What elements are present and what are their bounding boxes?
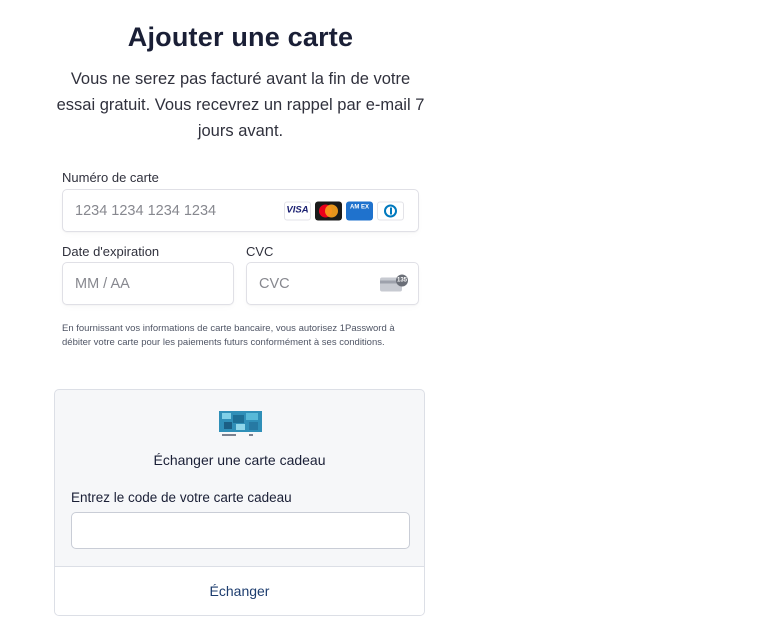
gift-card-title: Échanger une carte cadeau [153, 452, 326, 468]
page-title: Ajouter une carte [127, 22, 354, 52]
card-number-input[interactable]: 1234 1234 1234 1234 VISA AM EX [62, 189, 419, 232]
cvc-label: CVC [246, 244, 274, 259]
expiry-label: Date d'expiration [62, 244, 160, 259]
mastercard-icon [315, 201, 342, 220]
page-subtitle: Vous ne serez pas facturé avant la fin d… [56, 70, 425, 140]
gift-card-code-input[interactable] [71, 512, 410, 549]
visa-icon: VISA [284, 201, 311, 220]
card-brands: VISA AM EX [284, 201, 404, 220]
authorization-notice: En fournissant vos informations de carte… [62, 323, 395, 348]
gift-card-footer: Échanger [55, 566, 424, 615]
diners-club-icon [377, 201, 404, 220]
amex-icon: AM EX [346, 201, 373, 220]
cvc-placeholder: CVC [259, 275, 290, 292]
expiry-placeholder: MM / AA [75, 275, 130, 292]
expiry-input[interactable]: MM / AA [62, 262, 234, 305]
redeem-button[interactable]: Échanger [55, 567, 424, 615]
card-number-placeholder: 1234 1234 1234 1234 [75, 202, 217, 219]
gift-card-panel: Échanger une carte cadeau Entrez le code… [54, 389, 425, 616]
gift-card-image-icon [219, 411, 262, 436]
cvc-input[interactable]: CVC 135 [246, 262, 419, 305]
card-number-label: Numéro de carte [62, 170, 159, 185]
gift-card-code-label: Entrez le code de votre carte cadeau [71, 490, 292, 505]
cvc-card-icon: 135 [380, 274, 408, 292]
